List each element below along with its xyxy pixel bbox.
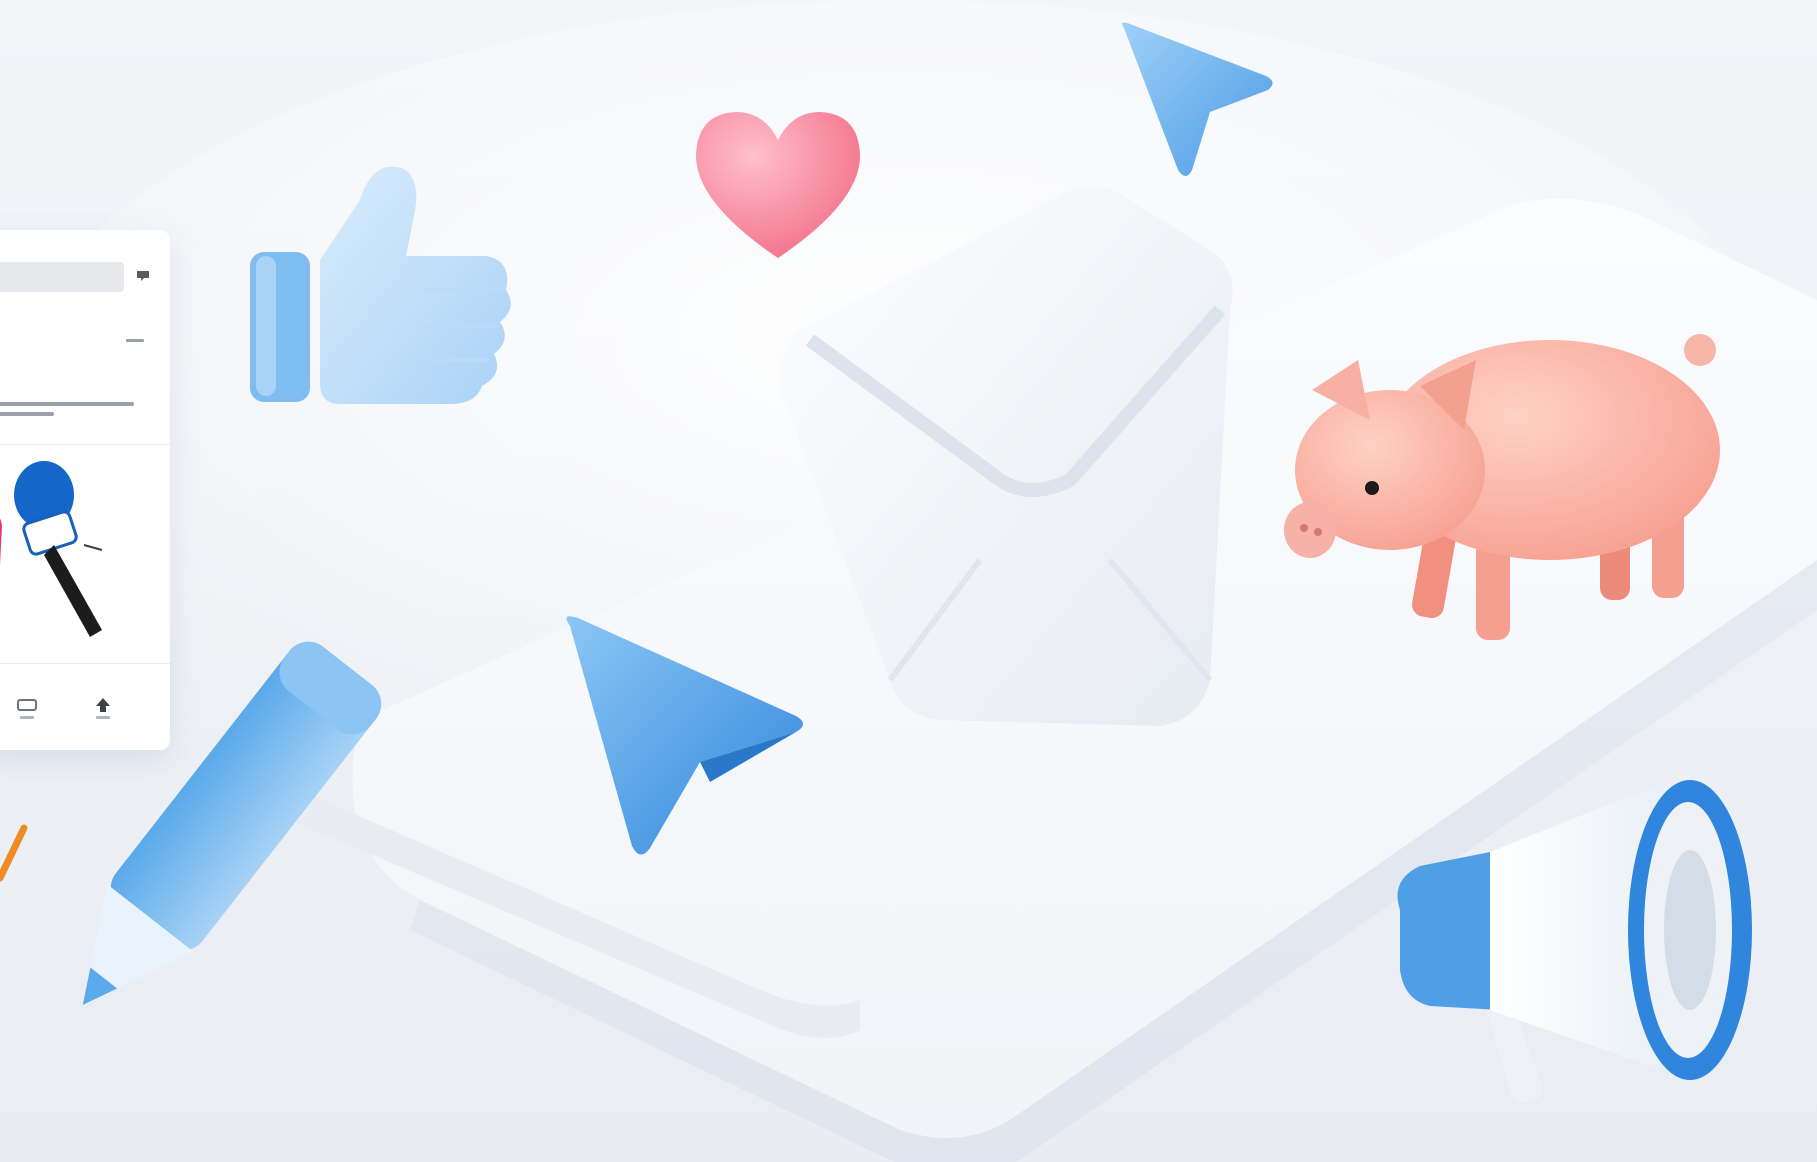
- pencil-icon: [82, 641, 382, 1005]
- hero-illustration: [0, 0, 1817, 1162]
- heart-icon: [696, 112, 860, 258]
- more-icon: [126, 339, 144, 342]
- thumbs-up-icon: [250, 166, 511, 404]
- post-caption-lines: [0, 402, 134, 416]
- post-search-bar: [0, 262, 124, 292]
- megaphone-icon: [1397, 780, 1752, 1103]
- piggy-bank-icon: [1284, 334, 1720, 640]
- search-icon: [137, 271, 149, 281]
- send-arrow-icon: [1122, 22, 1273, 176]
- send-arrow-icon: [566, 616, 803, 855]
